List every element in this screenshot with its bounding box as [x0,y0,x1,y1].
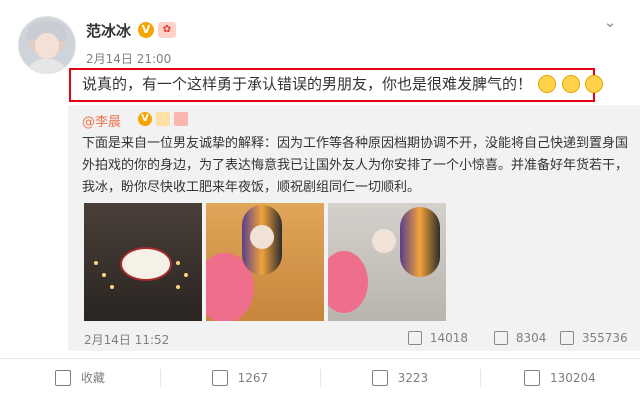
comment-icon [371,369,388,386]
medal-icon [174,112,188,126]
repost-text: 下面是来自一位男友诚挚的解释：因为工作等各种原因档期协调不开，没能将自己快递到置… [82,136,629,195]
comment-count: 3223 [397,371,429,385]
repost-icon [408,330,422,345]
candle [110,285,114,289]
repost-time[interactable]: 2月14日 11:52 [84,331,169,348]
post-text-content: 说真的，有一个这样勇于承认错误的男朋友，你也是很难发脾气的！ [82,75,533,93]
medal-icon: ✿ [158,22,176,38]
like-icon [524,369,541,386]
repost-card[interactable]: @李晨 V 下面是来自一位男友诚挚的解释：因为工作等各种原因档期协调不开，没能将… [68,105,640,351]
repost-stat-likes[interactable]: 355736 [560,330,628,346]
cake-illustration [120,247,172,281]
avatar-face [35,33,59,59]
crying-laugh-emoji [537,74,556,93]
like-icon [560,330,574,345]
author-name[interactable]: 范冰冰 [86,20,131,41]
image-thumb[interactable] [206,203,324,321]
balloon [328,251,368,313]
repost-button[interactable]: 1267 [160,359,320,397]
repost-stat-reposts[interactable]: 14018 [408,330,469,346]
action-bar: 收藏 1267 3223 130204 [0,358,640,397]
repost-stat-comments-value: 8304 [515,331,547,345]
repost-stat-reposts-value: 14018 [429,331,469,345]
doll-face [372,229,396,253]
candle [176,285,180,289]
crying-laugh-emoji [585,74,604,93]
candle [94,261,98,265]
crying-laugh-emoji [561,74,580,93]
post-text: 说真的，有一个这样勇于承认错误的男朋友，你也是很难发脾气的！ [82,73,604,94]
medal-icon [156,112,170,126]
more-icon[interactable]: ⌄ [600,12,620,32]
favorite-button[interactable]: 收藏 [0,359,160,397]
repost-stat-likes-value: 355736 [581,331,628,345]
verified-icon: V [138,22,154,38]
author-avatar[interactable] [18,16,76,74]
like-button[interactable]: 130204 [480,359,640,397]
comment-icon [494,330,508,345]
image-thumb[interactable] [84,203,202,321]
candle [184,273,188,277]
repost-stat-comments[interactable]: 8304 [494,330,547,346]
favorite-label: 收藏 [80,371,105,385]
verified-icon: V [138,112,152,126]
post-time[interactable]: 2月14日 21:00 [86,50,171,67]
doll-face [250,225,274,249]
image-thumb[interactable] [328,203,446,321]
favorite-icon [55,369,72,386]
like-count: 130204 [550,371,596,385]
avatar-body [25,59,69,73]
candle [176,261,180,265]
repost-icon [211,369,228,386]
comment-button[interactable]: 3223 [320,359,480,397]
repost-author[interactable]: @李晨 [82,111,121,130]
repost-count: 1267 [237,371,269,385]
doll-hair [400,207,440,277]
candle [102,273,106,277]
